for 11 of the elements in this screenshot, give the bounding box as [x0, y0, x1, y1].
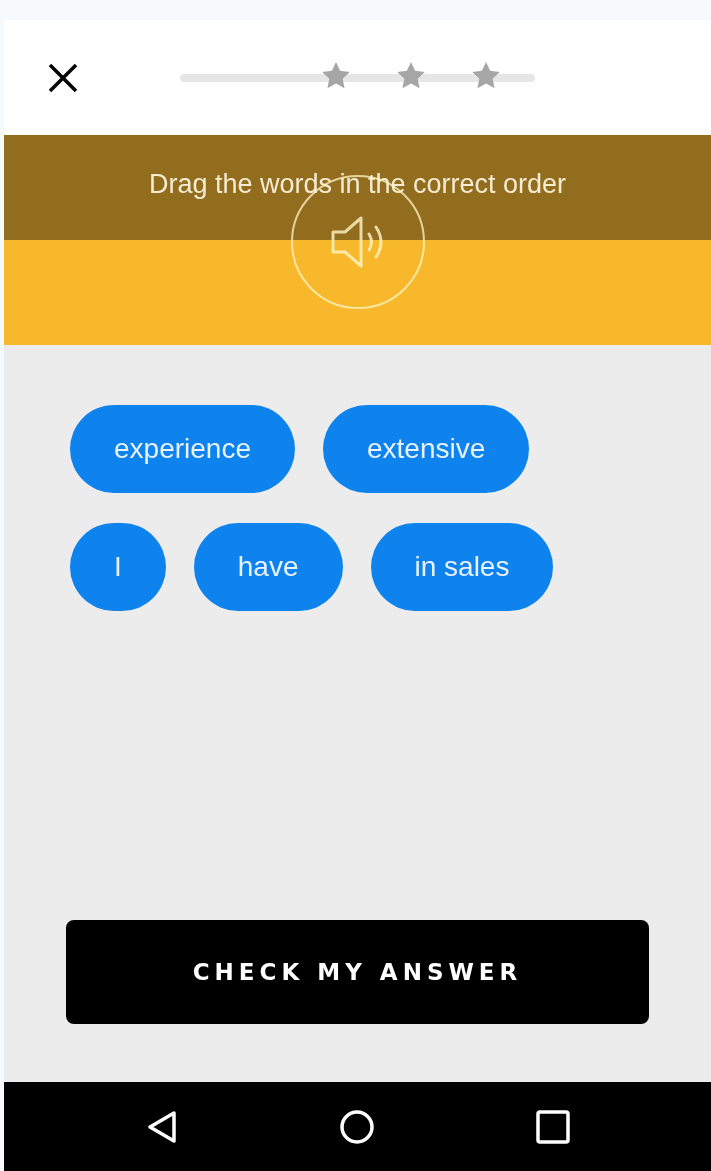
recents-button[interactable]: [535, 1108, 572, 1145]
check-answer-button[interactable]: CHECK MY ANSWER: [66, 920, 649, 1024]
home-button[interactable]: [339, 1108, 376, 1145]
word-chip[interactable]: in sales: [370, 523, 554, 611]
word-chip[interactable]: experience: [70, 405, 295, 493]
word-chip[interactable]: have: [193, 523, 343, 611]
home-icon: [339, 1108, 376, 1145]
word-chip[interactable]: extensive: [323, 405, 530, 493]
word-chip[interactable]: I: [70, 523, 166, 611]
close-icon: [47, 61, 79, 94]
recents-icon: [535, 1108, 572, 1145]
